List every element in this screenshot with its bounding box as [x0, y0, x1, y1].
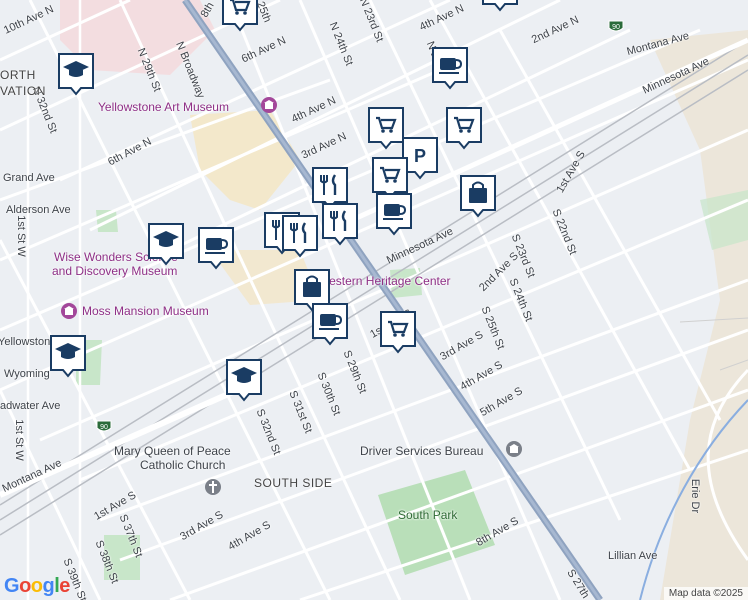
svg-text:P: P	[414, 146, 426, 166]
coffee-cup-marker-icon[interactable]	[431, 46, 469, 90]
shopping-cart-marker-icon[interactable]	[445, 106, 483, 150]
street-label-erie-dr: Erie Dr	[689, 478, 702, 514]
google-logo: Google	[4, 575, 70, 597]
park-label-south-park: South Park	[398, 508, 458, 522]
street-label-alderson-ave: Alderson Ave	[6, 204, 71, 216]
shopping-cart-marker-icon[interactable]	[379, 310, 417, 354]
poi-label-wise-wonders-2: and Discovery Museum	[52, 264, 178, 278]
shopping-cart-marker-icon[interactable]	[221, 0, 259, 32]
place-label-driver-services: Driver Services Bureau	[360, 444, 484, 458]
street-label-broadwater: adwater Ave	[0, 400, 61, 412]
restaurant-marker-icon[interactable]	[321, 202, 359, 246]
restaurant-marker-icon[interactable]	[281, 214, 319, 258]
interstate-90-left-number: 90	[100, 424, 108, 431]
place-label-church-line2: Catholic Church	[140, 458, 226, 472]
government-building-icon[interactable]	[505, 440, 523, 458]
interstate-90-shield-icon: 90	[608, 20, 624, 32]
poi-label-western-heritage: Western Heritage Center	[318, 274, 451, 288]
street-label-wyoming: Wyoming	[4, 368, 50, 380]
shopping-cart-marker-icon[interactable]	[481, 0, 519, 12]
graduation-cap-marker-icon[interactable]	[147, 222, 185, 266]
street-label-yellowstone: Yellowstone	[0, 336, 57, 348]
restaurant-marker-icon[interactable]	[311, 166, 349, 210]
coffee-cup-marker-icon[interactable]	[375, 192, 413, 236]
place-label-church-line1: Mary Queen of Peace	[114, 444, 231, 458]
interstate-90-shield-icon: 90	[96, 420, 112, 432]
interstate-90-top-number: 90	[612, 24, 620, 31]
shopping-bag-marker-icon[interactable]	[293, 268, 331, 312]
district-label-north-elevation-1: ORTH	[0, 68, 36, 82]
street-label-lillian-ave: Lillian Ave	[608, 550, 658, 562]
coffee-cup-marker-icon[interactable]	[311, 302, 349, 346]
museum-icon[interactable]	[260, 96, 278, 114]
street-label-1st-st-w-2: 1st St W	[12, 419, 25, 461]
map-canvas[interactable]: 8th 25th N 23rd St N 24th St 4th Ave N 2…	[0, 0, 748, 600]
shopping-cart-marker-icon[interactable]	[367, 106, 405, 150]
street-label-grand-ave: Grand Ave	[3, 172, 55, 184]
shopping-bag-marker-icon[interactable]	[459, 174, 497, 218]
graduation-cap-marker-icon[interactable]	[49, 334, 87, 378]
museum-icon[interactable]	[60, 302, 78, 320]
poi-label-moss-mansion: Moss Mansion Museum	[82, 304, 209, 318]
shopping-cart-marker-icon[interactable]	[371, 156, 409, 200]
district-label-north-elevation-2: VATION	[0, 84, 46, 98]
church-icon[interactable]	[204, 478, 222, 496]
district-label-south-side: SOUTH SIDE	[254, 476, 333, 490]
map-attribution[interactable]: Map data ©2025	[663, 587, 748, 600]
graduation-cap-marker-icon[interactable]	[57, 52, 95, 96]
poi-label-art-museum: Yellowstone Art Museum	[98, 100, 229, 114]
graduation-cap-marker-icon[interactable]	[225, 358, 263, 402]
coffee-cup-marker-icon[interactable]	[197, 226, 235, 270]
street-label-1st-st-w: 1st St W	[14, 215, 27, 257]
